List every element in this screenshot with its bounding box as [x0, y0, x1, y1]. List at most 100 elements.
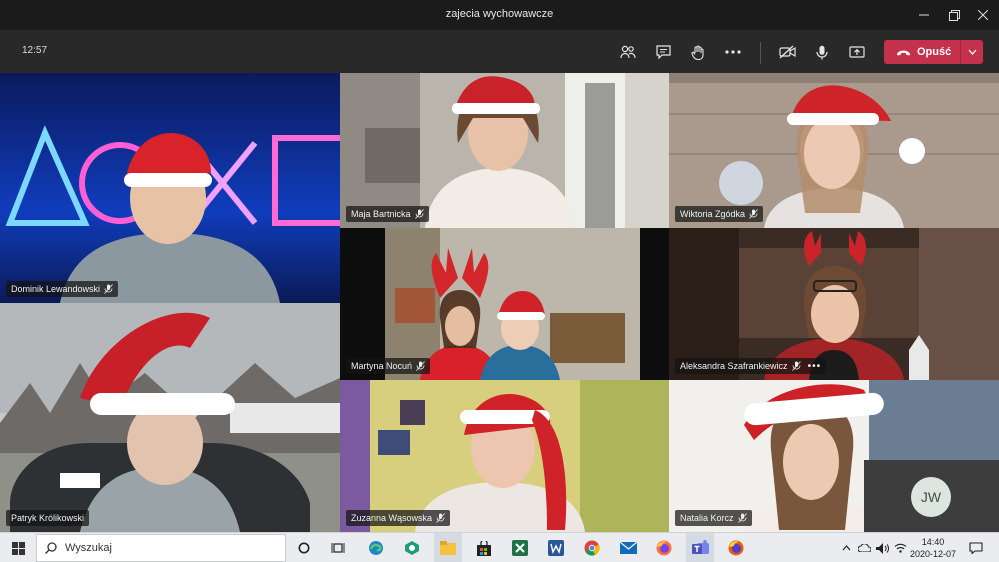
title-bar: zajecia wychowawcze — [0, 0, 999, 30]
more-actions-button[interactable] — [719, 38, 747, 66]
wifi-icon — [894, 543, 906, 553]
meeting-toolbar: 12:57 Opuść — [0, 30, 999, 74]
participant-label: Martyna Nocuń — [346, 358, 431, 374]
taskbar-app[interactable] — [686, 533, 714, 562]
video-tile[interactable]: Martyna Nocuń — [340, 228, 669, 380]
taskbar: Wyszukaj 14:40 2020-12-07 — [0, 532, 999, 562]
leave-label: Opuść — [917, 46, 952, 58]
mic-muted-icon — [749, 209, 758, 219]
participants-icon — [620, 45, 636, 59]
video-feed — [0, 303, 340, 532]
mic-muted-icon — [737, 513, 747, 523]
share-screen-button[interactable] — [843, 38, 871, 66]
video-feed — [0, 73, 340, 303]
participant-label: Zuzanna Wąsowska — [346, 510, 451, 526]
leave-main[interactable]: Opuść — [884, 40, 960, 64]
hang-up-icon — [897, 50, 910, 55]
action-center-button[interactable] — [962, 533, 990, 562]
minimize-button[interactable] — [908, 0, 940, 30]
video-feed — [669, 73, 999, 228]
participant-name: Maja Bartnicka — [351, 209, 411, 219]
video-tile[interactable]: Wiktoria Zgódka — [669, 73, 999, 228]
participant-label: Maja Bartnicka — [346, 206, 429, 222]
taskbar-app[interactable] — [650, 533, 678, 562]
tray-cloud[interactable] — [856, 533, 872, 562]
maximize-button[interactable] — [938, 0, 970, 30]
raise-hand-icon — [691, 44, 704, 60]
share-screen-icon — [849, 46, 865, 58]
microphone-button[interactable] — [808, 38, 836, 66]
start-button[interactable] — [4, 533, 32, 562]
search-icon — [45, 542, 57, 554]
close-button[interactable] — [967, 0, 999, 30]
tray-clock[interactable]: 14:40 2020-12-07 — [908, 536, 958, 560]
participant-name: Dominik Lewandowski — [11, 284, 101, 294]
participant-label: Patryk Królikowski — [6, 510, 90, 526]
cortana-icon — [298, 542, 310, 554]
participant-name: Aleksandra Szafrankiewicz — [680, 361, 788, 371]
raise-hand-button[interactable] — [684, 38, 712, 66]
taskbar-app[interactable] — [434, 533, 462, 562]
tray-time: 14:40 — [921, 537, 945, 547]
chevron-down-icon — [968, 49, 976, 55]
volume-icon — [875, 542, 889, 554]
taskbar-app[interactable] — [470, 533, 498, 562]
search-box[interactable]: Wyszukaj — [36, 534, 286, 562]
participant-name: Patryk Królikowski — [11, 513, 85, 523]
store-icon — [477, 540, 491, 556]
mail-icon — [619, 542, 637, 554]
teams-icon — [691, 540, 709, 554]
camera-off-icon — [778, 45, 796, 59]
chat-button[interactable] — [649, 38, 677, 66]
firefox-alt-icon — [728, 540, 744, 556]
video-tile[interactable]: Maja Bartnicka — [340, 73, 669, 228]
participant-more-icon[interactable]: ••• — [808, 361, 822, 372]
app-green-icon — [405, 541, 419, 555]
mic-muted-icon — [416, 361, 425, 371]
video-tile[interactable]: JW Natalia Korcz — [669, 380, 999, 532]
chevron-up-icon — [842, 545, 850, 551]
participant-label: Dominik Lewandowski — [6, 281, 119, 297]
onedrive-icon — [857, 544, 871, 552]
taskbar-app[interactable] — [291, 533, 317, 562]
video-tile[interactable]: Patryk Królikowski — [0, 303, 340, 532]
taskbar-app[interactable] — [722, 533, 750, 562]
tray-network[interactable] — [892, 533, 908, 562]
participants-button[interactable] — [614, 38, 642, 66]
leave-options-button[interactable] — [961, 40, 983, 64]
meeting-clock: 12:57 — [22, 45, 48, 56]
tray-overflow-button[interactable] — [838, 533, 854, 562]
video-tile[interactable]: Dominik Lewandowski — [0, 73, 340, 303]
video-tile[interactable]: Aleksandra Szafrankiewicz ••• — [669, 228, 999, 380]
word-icon — [548, 540, 564, 556]
taskbar-app[interactable] — [325, 533, 351, 562]
mic-muted-icon — [414, 209, 424, 219]
video-feed — [340, 73, 669, 228]
search-placeholder: Wyszukaj — [65, 542, 112, 554]
chrome-icon — [584, 540, 600, 556]
camera-toggle-button[interactable] — [773, 38, 801, 66]
taskbar-app[interactable] — [578, 533, 606, 562]
teams-window: zajecia wychowawcze 12:57 Opuść Dominik … — [0, 0, 999, 562]
video-tile[interactable]: Zuzanna Wąsowska — [340, 380, 669, 532]
taskbar-app[interactable] — [614, 533, 642, 562]
chat-icon — [655, 45, 671, 59]
self-avatar[interactable]: JW — [911, 477, 951, 517]
more-icon — [725, 50, 741, 54]
excel-icon — [512, 540, 528, 556]
taskbar-app[interactable] — [398, 533, 426, 562]
edge-icon — [369, 541, 383, 555]
microphone-icon — [816, 45, 828, 59]
taskbar-app[interactable] — [542, 533, 570, 562]
participant-name: Natalia Korcz — [680, 513, 734, 523]
close-icon — [978, 10, 988, 20]
minimize-icon — [919, 14, 929, 16]
tray-volume[interactable] — [874, 533, 890, 562]
leave-button[interactable]: Opuść — [884, 40, 983, 64]
participant-name: Zuzanna Wąsowska — [351, 513, 433, 523]
taskbar-app[interactable] — [362, 533, 390, 562]
participant-label: Wiktoria Zgódka — [675, 206, 764, 222]
file-explorer-icon — [440, 541, 456, 555]
tray-date: 2020-12-07 — [909, 549, 957, 559]
taskbar-app[interactable] — [506, 533, 534, 562]
